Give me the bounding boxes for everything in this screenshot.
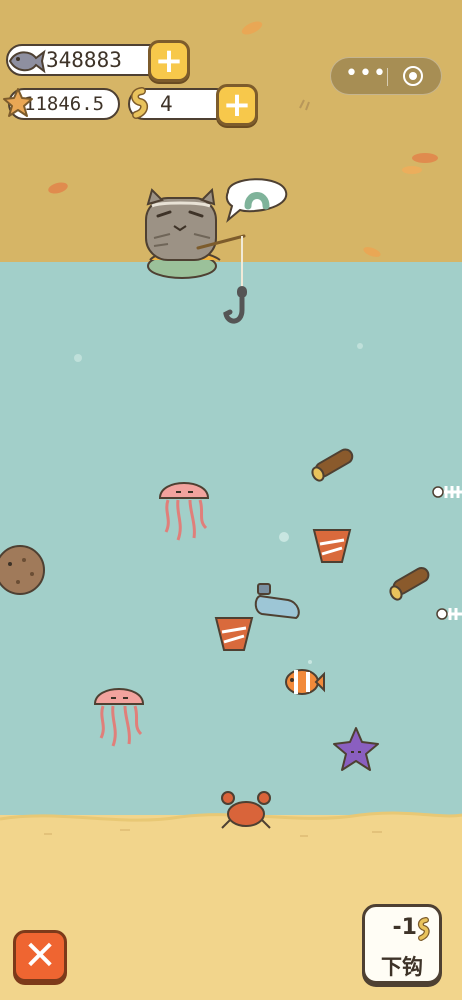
worm-icon (131, 87, 149, 119)
starfish-icon (3, 88, 33, 117)
star-count: 11846.5 (24, 93, 105, 115)
pufferfish (0, 545, 45, 595)
drop-hook-label: 下钩 (381, 955, 423, 979)
mini-program-capsule: ••• (330, 57, 442, 95)
drop-hook-button[interactable]: -1 下钩 (362, 904, 442, 984)
add-worm-button[interactable]: + (216, 84, 258, 126)
capsule-divider (387, 68, 388, 86)
bottle (254, 583, 300, 620)
paper-cup (312, 529, 352, 563)
sand-marks (44, 829, 382, 837)
driftwood (389, 567, 430, 601)
clownfish (285, 669, 325, 695)
plus-icon: + (222, 85, 252, 125)
plus-icon: + (154, 41, 184, 81)
starfish (333, 727, 379, 771)
worm-cost: -1 (392, 915, 417, 940)
more-icon[interactable]: ••• (345, 62, 386, 86)
fish-count: 348883 (46, 48, 122, 72)
fish-bone (436, 608, 462, 620)
worm-icon (417, 917, 430, 941)
sea-objects (0, 343, 462, 829)
paper-cup (214, 617, 254, 651)
add-fish-button[interactable]: + (148, 40, 190, 82)
driftwood (311, 448, 354, 482)
jellyfish (158, 482, 210, 541)
target-icon[interactable] (403, 66, 423, 86)
fish-bone (432, 486, 462, 498)
close-button[interactable]: ✕ (13, 930, 67, 982)
close-icon: ✕ (23, 933, 57, 979)
jellyfish (93, 688, 145, 747)
fish-icon (8, 49, 46, 74)
worm-count: 4 (160, 92, 173, 116)
